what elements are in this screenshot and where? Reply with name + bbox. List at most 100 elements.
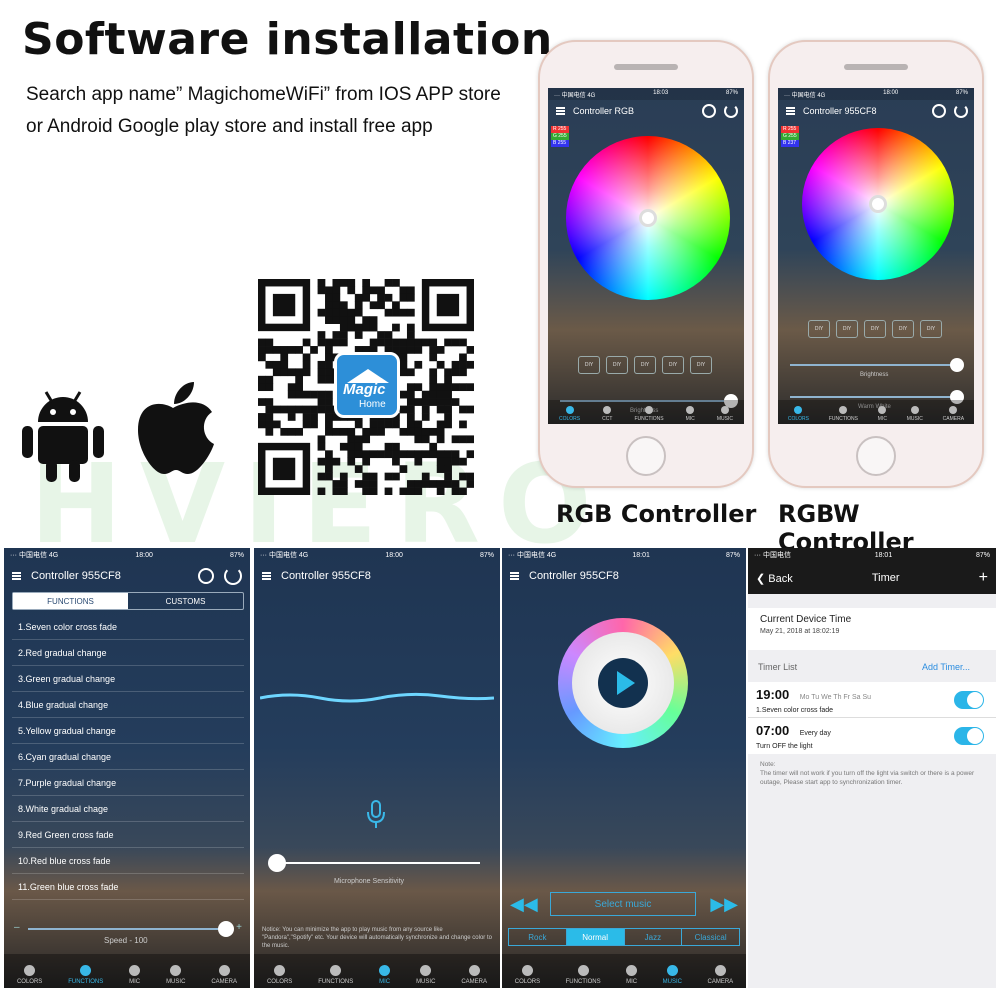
slider-handle[interactable]	[218, 921, 234, 937]
list-item[interactable]: 1.Seven color cross fade	[12, 614, 244, 640]
tab-music[interactable]: MUSIC	[416, 965, 435, 985]
alarm-icon[interactable]	[932, 104, 946, 118]
tab-mic[interactable]: MIC	[379, 965, 391, 985]
diy-button[interactable]: DIY	[634, 356, 656, 374]
menu-icon[interactable]	[262, 572, 271, 580]
qr-module	[384, 293, 393, 302]
slider-handle[interactable]	[950, 358, 964, 372]
diy-button[interactable]: DIY	[578, 356, 600, 374]
home-button[interactable]	[626, 436, 666, 476]
b-value: B 255	[551, 140, 569, 147]
alarm-icon[interactable]	[198, 568, 214, 584]
diy-button[interactable]: DIY	[892, 320, 914, 338]
tab-functions[interactable]: FUNCTIONS	[318, 965, 353, 985]
list-item[interactable]: 6.Cyan gradual change	[12, 744, 244, 770]
alarm-icon[interactable]	[702, 104, 716, 118]
tab-functions[interactable]: FUNCTIONS	[68, 965, 103, 985]
color-picker-handle[interactable]	[639, 209, 657, 227]
speed-plus[interactable]: +	[236, 922, 242, 933]
tab-music[interactable]: MUSIC	[907, 406, 923, 422]
list-item[interactable]: 3.Green gradual change	[12, 666, 244, 692]
power-icon[interactable]	[224, 567, 242, 585]
slider-handle[interactable]	[268, 854, 286, 872]
power-icon[interactable]	[954, 104, 968, 118]
list-item[interactable]: 4.Blue gradual change	[12, 692, 244, 718]
battery-label: 87%	[725, 90, 738, 96]
list-item[interactable]: 2.Red gradual change	[12, 640, 244, 666]
diy-button[interactable]: DIY	[864, 320, 886, 338]
play-button[interactable]	[598, 658, 648, 708]
tab-mic[interactable]: MIC	[129, 965, 141, 985]
menu-icon[interactable]	[510, 572, 519, 580]
tab-mic[interactable]: MIC	[686, 406, 695, 422]
timer-toggle[interactable]	[954, 727, 984, 745]
speed-slider[interactable]	[28, 921, 234, 937]
tab-colors[interactable]: COLORS	[559, 406, 580, 422]
tab-functions[interactable]: FUNCTIONS	[829, 406, 858, 422]
brightness-slider[interactable]	[790, 358, 964, 372]
functions-segment: FUNCTIONS CUSTOMS	[12, 592, 244, 610]
back-button[interactable]: ❮ Back	[756, 572, 793, 585]
diy-button[interactable]: DIY	[690, 356, 712, 374]
genre-classical[interactable]: Classical	[682, 929, 739, 945]
diy-button[interactable]: DIY	[836, 320, 858, 338]
mic-sensitivity-slider[interactable]	[268, 854, 480, 872]
color-picker-handle[interactable]	[869, 195, 887, 213]
warm-white-slider[interactable]	[790, 390, 964, 404]
carrier-label: ··· 中国电信	[754, 552, 791, 559]
timer-toggle[interactable]	[954, 691, 984, 709]
power-icon[interactable]	[724, 104, 738, 118]
tab-music[interactable]: MUSIC	[166, 965, 185, 985]
segment-customs[interactable]: CUSTOMS	[128, 593, 243, 609]
list-item[interactable]: 5.Yellow gradual change	[12, 718, 244, 744]
tab-music[interactable]: MUSIC	[717, 406, 733, 422]
diy-button[interactable]: DIY	[662, 356, 684, 374]
menu-icon[interactable]	[786, 107, 795, 115]
tab-camera[interactable]: CAMERA	[211, 965, 237, 985]
genre-rock[interactable]: Rock	[509, 929, 567, 945]
timer-row[interactable]: 19:00 Mo Tu We Th Fr Sa Su 1.Seven color…	[748, 682, 996, 718]
qr-module	[436, 420, 445, 429]
tab-colors[interactable]: COLORS	[267, 965, 292, 985]
tab-colors[interactable]: COLORS	[17, 965, 42, 985]
tab-camera[interactable]: CAMERA	[461, 965, 487, 985]
menu-icon[interactable]	[12, 572, 21, 580]
tab-colors[interactable]: COLORS	[515, 965, 540, 985]
add-icon[interactable]: +	[979, 569, 988, 587]
tab-camera[interactable]: CAMERA	[708, 965, 733, 985]
genre-jazz[interactable]: Jazz	[625, 929, 683, 945]
list-item[interactable]: 9.Red Green cross fade	[12, 822, 244, 848]
tab-mic[interactable]: MIC	[878, 406, 887, 422]
qr-module	[325, 420, 333, 429]
diy-button[interactable]: DIY	[606, 356, 628, 374]
microphone-icon[interactable]	[366, 800, 386, 830]
qr-module	[354, 435, 363, 444]
qr-module	[414, 338, 423, 347]
genre-normal[interactable]: Normal	[566, 929, 625, 945]
list-item[interactable]: 8.White gradual chage	[12, 796, 244, 822]
select-music-button[interactable]: Select music	[550, 892, 696, 916]
home-button[interactable]	[856, 436, 896, 476]
tab-music[interactable]: MUSIC	[663, 965, 682, 985]
add-timer-link[interactable]: Add Timer...	[922, 662, 970, 672]
tab-mic[interactable]: MIC	[626, 965, 638, 985]
qr-module	[302, 405, 311, 414]
tab-functions[interactable]: FUNCTIONS	[566, 965, 601, 985]
list-item[interactable]: 11.Green blue cross fade	[12, 874, 244, 900]
diy-button[interactable]: DIY	[920, 320, 942, 338]
tab-cct[interactable]: CCT	[602, 406, 612, 422]
menu-icon[interactable]	[556, 107, 565, 115]
tab-camera[interactable]: CAMERA	[943, 406, 964, 422]
timer-row[interactable]: 07:00 Every day Turn OFF the light	[748, 718, 996, 754]
list-item[interactable]: 10.Red blue cross fade	[12, 848, 244, 874]
previous-icon[interactable]: ◀◀	[510, 895, 538, 913]
next-icon[interactable]: ▶▶	[710, 895, 738, 913]
speed-minus[interactable]: –	[14, 922, 20, 933]
list-item[interactable]: 7.Purple gradual change	[12, 770, 244, 796]
device-time-value: May 21, 2018 at 18:02:19	[760, 628, 840, 635]
tab-functions[interactable]: FUNCTIONS	[634, 406, 664, 422]
segment-functions[interactable]: FUNCTIONS	[13, 593, 128, 609]
qr-module	[392, 301, 400, 310]
tab-colors[interactable]: COLORS	[788, 406, 809, 422]
diy-button[interactable]: DIY	[808, 320, 830, 338]
